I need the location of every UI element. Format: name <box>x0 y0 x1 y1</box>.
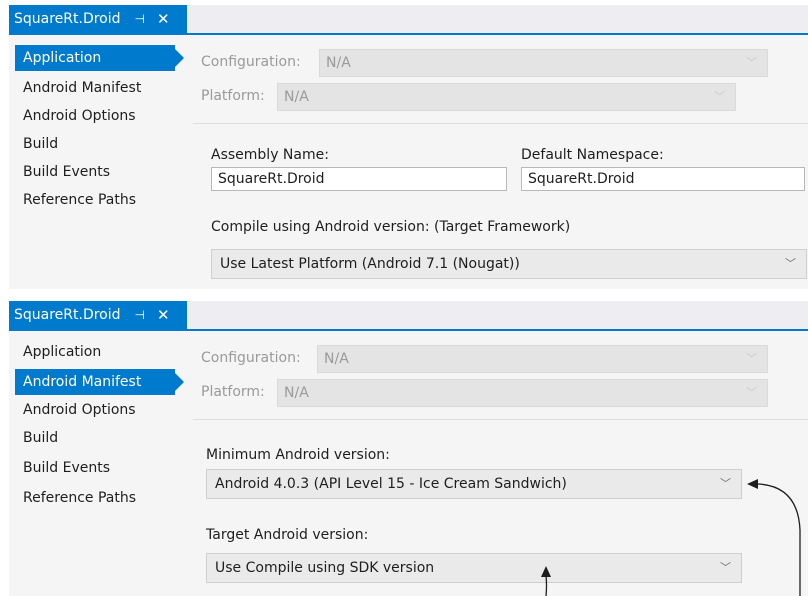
nav-item-label: Android Options <box>23 108 136 124</box>
nav-item-android-manifest[interactable]: Android Manifest <box>15 75 179 101</box>
configuration-row: Configuration: N/A ﹀ <box>201 345 768 373</box>
default-namespace-label: Default Namespace: <box>521 147 664 163</box>
nav-item-label: Reference Paths <box>23 490 136 506</box>
chevron-down-icon: ﹀ <box>714 90 725 103</box>
nav-item-build-events[interactable]: Build Events <box>15 159 179 185</box>
tab-title: SquareRt.Droid <box>14 307 121 323</box>
chevron-down-icon: ﹀ <box>746 386 757 399</box>
chevron-down-icon: ﹀ <box>785 257 796 270</box>
nav-item-build[interactable]: Build <box>15 425 179 451</box>
platform-label: Platform: <box>201 88 265 104</box>
assembly-name-label: Assembly Name: <box>211 147 329 163</box>
configuration-value: N/A <box>326 55 351 71</box>
compile-version-select[interactable]: Use Latest Platform (Android 7.1 (Nougat… <box>211 249 807 279</box>
pin-icon[interactable]: ⊣ <box>135 308 145 322</box>
properties-content: Application Android Manifest Android Opt… <box>9 331 808 596</box>
properties-main: Configuration: N/A ﹀ Platform: N/A ﹀ Ass… <box>193 35 808 289</box>
platform-value: N/A <box>284 89 309 105</box>
chevron-down-icon: ﹀ <box>746 56 757 69</box>
separator <box>193 419 808 420</box>
compile-version-label: Compile using Android version: (Target F… <box>211 219 571 235</box>
configuration-select: N/A ﹀ <box>317 345 768 373</box>
tab-title: SquareRt.Droid <box>14 11 121 27</box>
pin-icon[interactable]: ⊣ <box>135 12 145 26</box>
default-namespace-input[interactable]: SquareRt.Droid <box>521 167 805 191</box>
document-tab[interactable]: SquareRt.Droid ⊣ ✕ <box>9 301 187 329</box>
nav-item-android-manifest[interactable]: Android Manifest <box>15 369 184 395</box>
nav-item-application[interactable]: Application <box>15 45 184 71</box>
configuration-row: Configuration: N/A ﹀ <box>201 49 768 77</box>
compile-version-value: Use Latest Platform (Android 7.1 (Nougat… <box>220 256 520 272</box>
nav-item-label: Reference Paths <box>23 192 136 208</box>
document-tab[interactable]: SquareRt.Droid ⊣ ✕ <box>9 5 187 33</box>
nav-item-label: Build Events <box>23 164 110 180</box>
project-properties-android-manifest: SquareRt.Droid ⊣ ✕ Application Android M… <box>9 301 808 596</box>
document-tab-bar: SquareRt.Droid ⊣ ✕ <box>9 301 808 331</box>
close-icon[interactable]: ✕ <box>157 10 170 28</box>
platform-label: Platform: <box>201 384 265 400</box>
target-android-value: Use Compile using SDK version <box>215 560 435 576</box>
assembly-name-value: SquareRt.Droid <box>218 171 325 187</box>
configuration-label: Configuration: <box>201 54 301 70</box>
chevron-down-icon: ﹀ <box>720 561 731 574</box>
nav-item-reference-paths[interactable]: Reference Paths <box>15 485 179 511</box>
nav-item-android-options[interactable]: Android Options <box>15 103 179 129</box>
chevron-down-icon: ﹀ <box>720 477 731 490</box>
nav-item-label: Android Manifest <box>23 80 142 96</box>
nav-item-build-events[interactable]: Build Events <box>15 455 179 481</box>
chevron-down-icon: ﹀ <box>746 352 757 365</box>
assembly-name-input[interactable]: SquareRt.Droid <box>211 167 507 191</box>
default-namespace-value: SquareRt.Droid <box>528 171 635 187</box>
nav-item-android-options[interactable]: Android Options <box>15 397 179 423</box>
document-tab-bar: SquareRt.Droid ⊣ ✕ <box>9 5 808 35</box>
properties-content: Application Android Manifest Android Opt… <box>9 35 808 289</box>
project-properties-application: SquareRt.Droid ⊣ ✕ Application Android M… <box>9 5 808 289</box>
properties-main: Configuration: N/A ﹀ Platform: N/A ﹀ Min… <box>193 331 808 596</box>
platform-row: Platform: N/A ﹀ <box>201 83 736 111</box>
platform-value: N/A <box>284 385 309 401</box>
nav-item-reference-paths[interactable]: Reference Paths <box>15 187 179 213</box>
nav-item-build[interactable]: Build <box>15 131 179 157</box>
nav-item-label: Build <box>23 136 59 152</box>
nav-item-label: Build <box>23 430 59 446</box>
platform-select: N/A ﹀ <box>277 379 768 407</box>
separator <box>193 123 808 124</box>
close-icon[interactable]: ✕ <box>157 306 170 324</box>
platform-row: Platform: N/A ﹀ <box>201 379 768 407</box>
nav-item-label: Android Options <box>23 402 136 418</box>
nav-item-label: Android Manifest <box>23 374 142 390</box>
platform-select: N/A ﹀ <box>277 83 736 111</box>
minimum-android-label: Minimum Android version: <box>206 447 390 463</box>
minimum-android-value: Android 4.0.3 (API Level 15 - Ice Cream … <box>215 476 567 492</box>
target-android-select[interactable]: Use Compile using SDK version ﹀ <box>206 553 742 583</box>
configuration-select: N/A ﹀ <box>319 49 768 77</box>
target-android-label: Target Android version: <box>206 527 369 543</box>
configuration-value: N/A <box>324 351 349 367</box>
nav-item-label: Build Events <box>23 460 110 476</box>
minimum-android-select[interactable]: Android 4.0.3 (API Level 15 - Ice Cream … <box>206 469 742 499</box>
nav-item-application[interactable]: Application <box>15 339 179 365</box>
nav-item-label: Application <box>23 344 102 360</box>
configuration-label: Configuration: <box>201 350 301 366</box>
nav-item-label: Application <box>23 50 102 66</box>
